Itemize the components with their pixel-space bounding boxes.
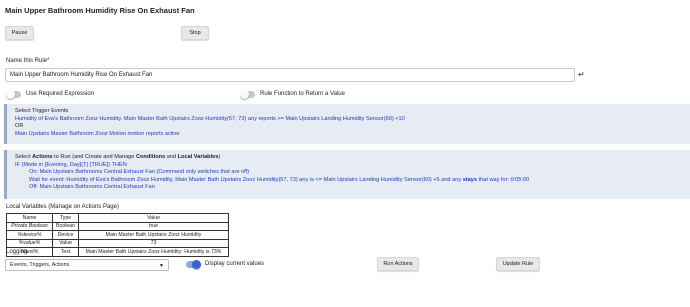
table-cell: %device% xyxy=(6,230,53,240)
actions-panel[interactable]: Select Actions to Run (and Create and Ma… xyxy=(4,150,690,199)
table-cell: Device xyxy=(51,230,80,240)
table-row: %text% Text Main Master Bath Upstairs Zo… xyxy=(6,247,229,257)
trigger-events-heading: Select Trigger Events xyxy=(15,108,69,114)
chevron-down-icon: ▼ xyxy=(159,263,164,269)
actions-heading: Select Actions to Run (and Create and Ma… xyxy=(15,154,690,162)
table-cell: Main Master Bath Upstairs Zooz Humidity:… xyxy=(78,247,229,257)
required-expression-label: Use Required Expression xyxy=(26,91,95,97)
logging-select-value: Events, Triggers, Actions xyxy=(10,262,70,268)
table-cell: %value% xyxy=(6,238,53,248)
enter-icon[interactable]: ↵ xyxy=(578,70,585,79)
run-actions-button[interactable]: Run Actions xyxy=(377,257,419,271)
manage-actions-link[interactable]: (Manage on Actions Page) xyxy=(48,204,119,210)
stop-button[interactable]: Stop xyxy=(181,26,209,40)
table-cell: Private Boolean xyxy=(6,221,53,231)
trigger-events-panel[interactable]: Select Trigger Events Humidity of Eva's … xyxy=(4,104,690,144)
display-current-values-toggle[interactable] xyxy=(186,260,201,269)
table-row: %device% Device Main Master Bath Upstair… xyxy=(6,230,229,240)
table-row: Private Boolean Boolean true xyxy=(6,221,229,231)
actions-heading-local: Local Variables xyxy=(177,154,219,160)
actions-heading-and: and xyxy=(165,154,178,160)
action-line-wait[interactable]: Wait for event: Humidity of Eva's Bathro… xyxy=(15,177,690,185)
column-header: Type xyxy=(51,213,80,223)
column-header: Name xyxy=(6,213,53,223)
table-cell: true xyxy=(78,221,229,231)
trigger-or-label: OR xyxy=(15,123,24,129)
table-cell: Text xyxy=(51,247,80,257)
display-current-values-label: Display current values xyxy=(205,261,265,267)
action-wait-bold: stays xyxy=(462,176,477,183)
local-variables-title: Local Variables (Manage on Actions Page) xyxy=(6,204,119,210)
actions-heading-mid: to Run (and Create and Manage xyxy=(52,154,136,160)
local-variables-label: Local Variables xyxy=(6,204,47,210)
rule-function-label: Rule Function to Return a Value xyxy=(260,91,345,97)
page-title: Main Upper Bathroom Humidity Rise On Exh… xyxy=(5,6,195,15)
actions-heading-post: ) xyxy=(218,154,221,160)
rule-name-label: Name this Rule* xyxy=(6,58,50,64)
action-wait-pre: Wait for event: Humidity of Eva's Bathro… xyxy=(29,176,463,183)
rule-name-input[interactable]: Main Upper Bathroom Humidity Rise On Exh… xyxy=(5,68,575,82)
logging-select[interactable]: Events, Triggers, Actions ▼ xyxy=(5,259,169,271)
column-header: Value xyxy=(78,213,229,223)
trigger-line-motion[interactable]: Main Upstairs Master Bathroom Zooz Motio… xyxy=(15,131,690,139)
action-wait-post: that way for: 0:05:00 xyxy=(477,176,530,183)
action-line-off[interactable]: Off: Main Upstairs Bathrooms Central Exh… xyxy=(15,184,690,192)
pause-button[interactable]: Pause xyxy=(5,26,34,40)
table-row: %value% Value 73 xyxy=(6,238,229,248)
table-cell: Main Master Bath Upstairs Zooz Humidity xyxy=(78,230,229,240)
action-line-if[interactable]: IF (Mode in [Evening, Day](T) [TRUE]) TH… xyxy=(15,162,690,170)
table-cell: Boolean xyxy=(51,221,80,231)
required-expression-toggle[interactable] xyxy=(6,90,21,99)
rule-function-toggle[interactable] xyxy=(240,90,255,99)
logging-label: Logging xyxy=(6,249,28,255)
table-cell: 73 xyxy=(78,238,229,248)
table-cell: Value xyxy=(51,238,80,248)
actions-heading-pre: Select xyxy=(15,154,33,160)
actions-heading-actions: Actions xyxy=(32,154,53,160)
action-line-on[interactable]: On: Main Upstairs Bathrooms Central Exha… xyxy=(15,169,690,177)
local-variables-table: Name Type Value Private Boolean Boolean … xyxy=(6,213,229,257)
update-rule-button[interactable]: Update Rule xyxy=(496,257,540,271)
trigger-line-humidity[interactable]: Humidity of Eva's Bathroom Zooz Humidity… xyxy=(15,116,690,124)
table-header-row: Name Type Value xyxy=(6,213,229,223)
actions-heading-conditions: Conditions xyxy=(135,154,166,160)
